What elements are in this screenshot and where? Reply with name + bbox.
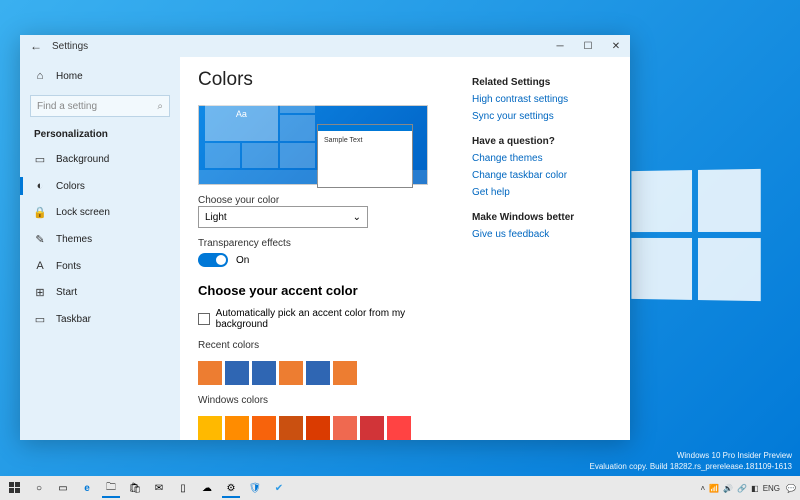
main-content: Colors Aa Sample Text Choose your color: [180, 57, 630, 440]
insider-watermark: Windows 10 Pro Insider Preview Evaluatio…: [589, 451, 792, 472]
maximize-button[interactable]: ☐: [574, 35, 602, 57]
color-swatch[interactable]: [198, 361, 222, 385]
tray-up-icon[interactable]: ˄: [701, 484, 706, 493]
action-center-button[interactable]: 💬: [786, 484, 796, 493]
titlebar: ← Settings ─ ☐ ✕: [20, 35, 630, 57]
cortana-button[interactable]: ○: [28, 478, 50, 498]
color-swatch[interactable]: [225, 361, 249, 385]
sidebar: ⌂ Home Find a setting ⌕ Personalization …: [20, 57, 180, 440]
taskbar-icon: ▭: [34, 313, 46, 326]
sidebar-item-label: Lock screen: [56, 207, 110, 218]
color-swatch[interactable]: [306, 416, 330, 440]
choose-color-dropdown[interactable]: Light ⌄: [198, 206, 368, 228]
tray-volume-icon[interactable]: 🔊: [723, 484, 733, 493]
sidebar-item-label: Home: [56, 71, 83, 82]
font-icon: A: [34, 260, 46, 272]
transparency-value: On: [236, 255, 249, 266]
taskbar: ○ ▭ e 🗀 🛍 ✉ ▯ ☁ ⚙ 🛡 ✔ ˄ 📶 🔊 🔗 ◧ ENG 💬: [0, 476, 800, 500]
windows-logo-wallpaper: [631, 169, 760, 301]
cloud-icon[interactable]: ☁: [196, 478, 218, 498]
close-button[interactable]: ✕: [602, 35, 630, 57]
desktop: Windows 10 Pro Insider Preview Evaluatio…: [0, 0, 800, 500]
task-view-button[interactable]: ▭: [52, 478, 74, 498]
search-input[interactable]: Find a setting ⌕: [30, 95, 170, 117]
back-button[interactable]: ←: [30, 39, 42, 53]
tray-link-icon[interactable]: 🔗: [737, 484, 747, 493]
sidebar-item-lockscreen[interactable]: 🔒 Lock screen: [20, 199, 180, 226]
sidebar-item-label: Colors: [56, 181, 85, 192]
brush-icon: ✎: [34, 233, 46, 246]
color-swatch[interactable]: [333, 361, 357, 385]
minimize-button[interactable]: ─: [546, 35, 574, 57]
tray-lang[interactable]: ENG: [763, 484, 780, 493]
lock-icon: 🔒: [34, 206, 46, 219]
link-sync-settings[interactable]: Sync your settings: [472, 111, 612, 122]
phone-icon[interactable]: ▯: [172, 478, 194, 498]
start-icon: ⊞: [34, 286, 46, 299]
sidebar-item-themes[interactable]: ✎ Themes: [20, 226, 180, 253]
sidebar-item-label: Taskbar: [56, 314, 91, 325]
security-icon[interactable]: 🛡: [244, 478, 266, 498]
color-swatch[interactable]: [279, 416, 303, 440]
home-icon: ⌂: [34, 70, 46, 82]
mail-icon[interactable]: ✉: [148, 478, 170, 498]
color-swatch[interactable]: [252, 416, 276, 440]
related-panel: Related Settings High contrast settings …: [472, 69, 612, 440]
palette-icon: ◐: [34, 180, 46, 192]
explorer-icon[interactable]: 🗀: [100, 478, 122, 498]
chevron-down-icon: ⌄: [353, 212, 361, 223]
windows-colors: [198, 416, 452, 440]
color-swatch[interactable]: [225, 416, 249, 440]
color-swatch[interactable]: [306, 361, 330, 385]
link-get-help[interactable]: Get help: [472, 187, 612, 198]
link-change-taskbar-color[interactable]: Change taskbar color: [472, 170, 612, 181]
sidebar-item-colors[interactable]: ◐ Colors: [20, 173, 180, 199]
sidebar-item-label: Start: [56, 287, 77, 298]
transparency-toggle[interactable]: [198, 253, 228, 267]
transparency-label: Transparency effects: [198, 238, 452, 249]
make-better-heading: Make Windows better: [472, 212, 612, 223]
recent-colors: [198, 361, 452, 385]
accent-color-heading: Choose your accent color: [198, 283, 452, 298]
sidebar-item-label: Fonts: [56, 261, 81, 272]
recent-colors-label: Recent colors: [198, 340, 452, 351]
sidebar-item-fonts[interactable]: A Fonts: [20, 253, 180, 279]
color-swatch[interactable]: [387, 416, 411, 440]
windows-colors-label: Windows colors: [198, 395, 452, 406]
sidebar-item-start[interactable]: ⊞ Start: [20, 279, 180, 306]
link-feedback[interactable]: Give us feedback: [472, 229, 612, 240]
sidebar-heading: Personalization: [20, 125, 180, 146]
window-title: Settings: [52, 41, 88, 52]
color-swatch[interactable]: [198, 416, 222, 440]
link-change-themes[interactable]: Change themes: [472, 153, 612, 164]
link-high-contrast[interactable]: High contrast settings: [472, 94, 612, 105]
color-preview: Aa Sample Text: [198, 105, 428, 185]
color-swatch[interactable]: [333, 416, 357, 440]
sidebar-item-home[interactable]: ⌂ Home: [20, 63, 180, 89]
settings-window: ← Settings ─ ☐ ✕ ⌂ Home Find a setting ⌕: [20, 35, 630, 440]
check-icon[interactable]: ✔: [268, 478, 290, 498]
start-button[interactable]: [4, 478, 26, 498]
color-swatch[interactable]: [279, 361, 303, 385]
settings-icon[interactable]: ⚙: [220, 478, 242, 498]
related-settings-heading: Related Settings: [472, 77, 612, 88]
store-icon[interactable]: 🛍: [124, 478, 146, 498]
sidebar-item-label: Themes: [56, 234, 92, 245]
sidebar-item-label: Background: [56, 154, 109, 165]
preview-tile-aa: Aa: [205, 88, 278, 141]
edge-icon[interactable]: e: [76, 478, 98, 498]
auto-pick-label: Automatically pick an accent color from …: [216, 308, 452, 330]
sidebar-item-taskbar[interactable]: ▭ Taskbar: [20, 306, 180, 333]
tray-location-icon[interactable]: ◧: [751, 484, 759, 493]
search-icon: ⌕: [157, 101, 163, 112]
sidebar-item-background[interactable]: ▭ Background: [20, 146, 180, 173]
choose-color-label: Choose your color: [198, 195, 452, 206]
picture-icon: ▭: [34, 153, 46, 166]
have-question-heading: Have a question?: [472, 136, 612, 147]
color-swatch[interactable]: [360, 416, 384, 440]
auto-pick-checkbox[interactable]: [198, 313, 210, 325]
color-swatch[interactable]: [252, 361, 276, 385]
tray-network-icon[interactable]: 📶: [709, 484, 719, 493]
